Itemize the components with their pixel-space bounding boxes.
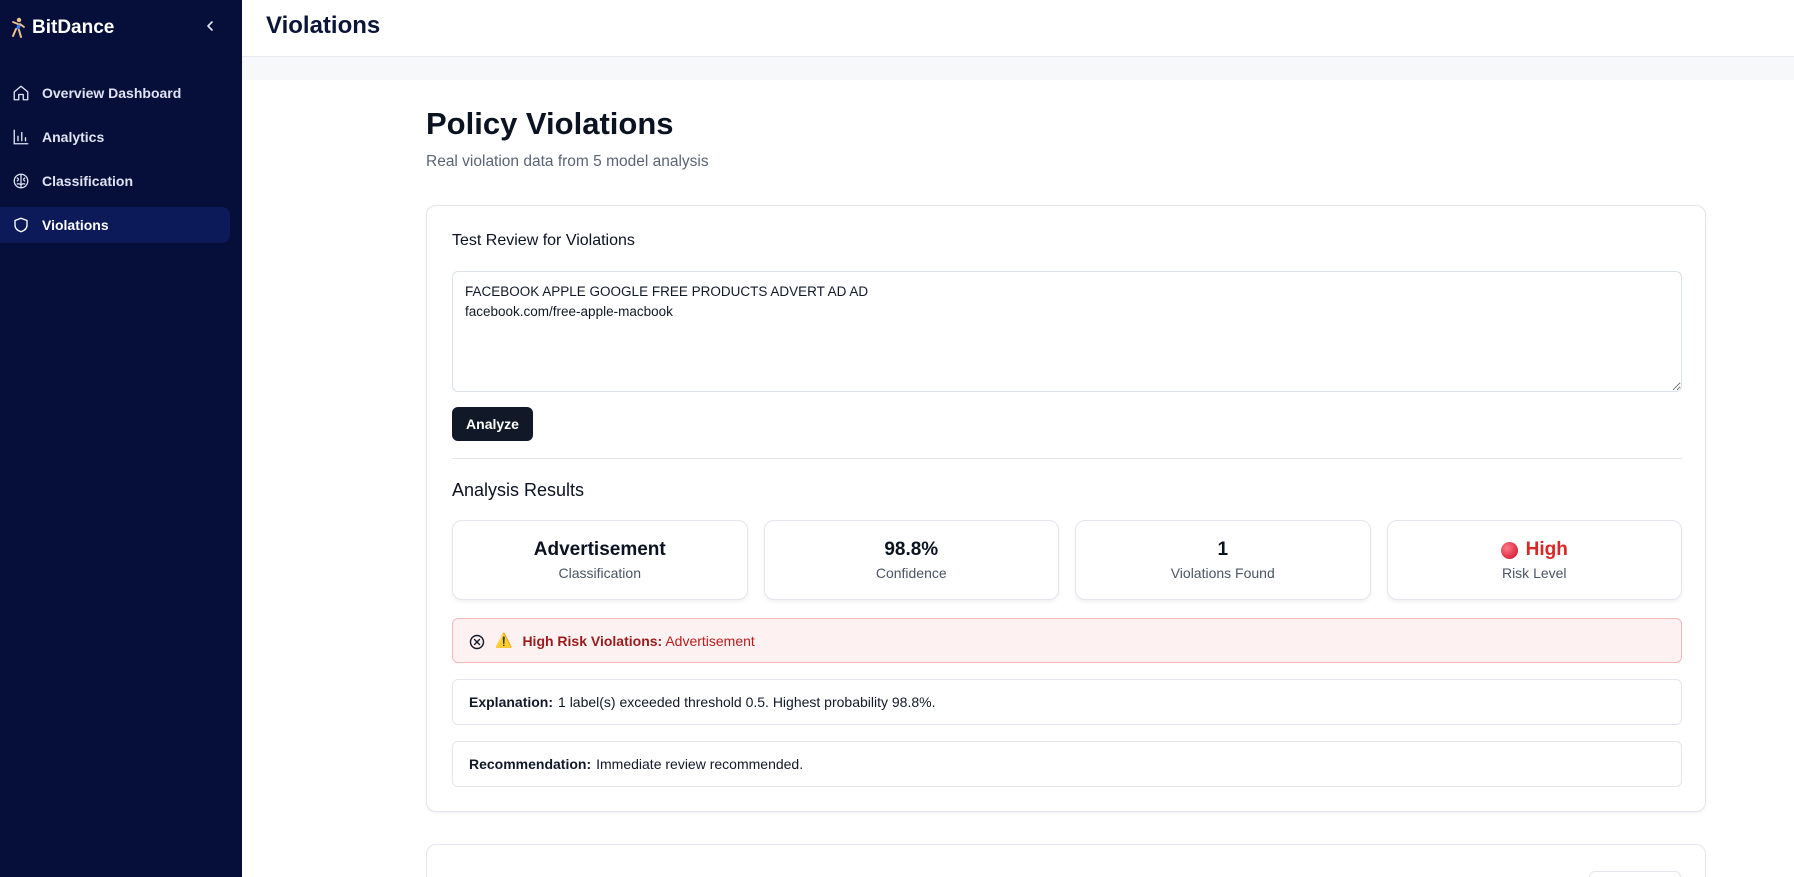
stat-risk-level: High Risk Level — [1386, 520, 1682, 600]
sidebar-item-overview-dashboard[interactable]: Overview Dashboard — [0, 75, 230, 111]
stat-classification: Advertisement Classification — [452, 520, 748, 600]
sidebar-item-label: Classification — [42, 173, 134, 189]
brand-name: BitDance — [32, 17, 115, 38]
shield-icon — [14, 217, 28, 233]
warning-icon: ⚠️ — [495, 632, 513, 648]
bar-chart-icon — [13, 129, 29, 145]
page-subtitle: Real violation data from 5 model analysi… — [426, 153, 709, 170]
test-review-card: Test Review for Violations FACEBOOK APPL… — [426, 205, 1706, 812]
header-band — [242, 57, 1794, 80]
stat-value: High — [1525, 539, 1568, 560]
home-icon — [13, 85, 29, 101]
stat-label: Classification — [558, 565, 641, 581]
stat-label: Confidence — [875, 565, 947, 581]
sidebar: BitDance Overview Dashboard Analytics Cl… — [0, 0, 242, 877]
dancer-logo-icon — [12, 17, 25, 38]
recommendation-text: Immediate review recommended. — [596, 756, 804, 772]
explanation-text: 1 label(s) exceeded threshold 0.5. Highe… — [558, 694, 936, 710]
brain-icon — [13, 173, 29, 189]
stats-row: Advertisement Classification 98.8% Confi… — [452, 520, 1682, 600]
page-title: Policy Violations — [426, 106, 674, 141]
stat-confidence: 98.8% Confidence — [763, 520, 1059, 600]
secondary-card — [426, 844, 1706, 877]
stat-label: Risk Level — [1501, 565, 1567, 581]
alert-content: High Risk Violations: Advertisement — [522, 633, 754, 649]
sidebar-item-label: Overview Dashboard — [42, 85, 182, 101]
secondary-card-button[interactable] — [1589, 871, 1681, 877]
explanation-box: Explanation: 1 label(s) exceeded thresho… — [452, 679, 1682, 725]
sidebar-item-label: Analytics — [42, 129, 105, 145]
stat-label: Violations Found — [1170, 565, 1275, 581]
risk-value-wrap: High — [1500, 539, 1568, 561]
divider — [452, 458, 1682, 459]
analysis-results-title: Analysis Results — [452, 480, 585, 500]
analyze-button[interactable]: Analyze — [452, 407, 533, 441]
collapse-sidebar-button[interactable] — [200, 16, 220, 36]
sidebar-item-analytics[interactable]: Analytics — [0, 119, 230, 155]
top-header: Violations — [242, 0, 1794, 57]
sidebar-item-classification[interactable]: Classification — [0, 163, 230, 199]
header-title: Violations — [266, 12, 381, 39]
stat-value: Advertisement — [533, 539, 666, 560]
high-risk-alert: ⚠️ High Risk Violations: Advertisement — [452, 618, 1682, 663]
alert-text: Advertisement — [665, 632, 755, 649]
sidebar-nav: Overview Dashboard Analytics Classificat… — [0, 75, 242, 251]
stat-violations-found: 1 Violations Found — [1075, 520, 1371, 600]
review-text-input[interactable]: FACEBOOK APPLE GOOGLE FREE PRODUCTS ADVE… — [452, 271, 1682, 392]
chevron-left-icon — [207, 21, 213, 31]
test-review-title: Test Review for Violations — [452, 232, 635, 249]
brand[interactable]: BitDance — [10, 14, 114, 42]
stat-value: 98.8% — [884, 539, 939, 560]
recommendation-label: Recommendation: — [469, 756, 592, 772]
recommendation-box: Recommendation: Immediate review recomme… — [452, 741, 1682, 787]
explanation-label: Explanation: — [469, 694, 554, 710]
red-circle-icon — [1500, 541, 1518, 559]
stat-value: 1 — [1217, 539, 1229, 560]
circle-x-icon — [469, 634, 485, 650]
sidebar-item-label: Violations — [42, 217, 109, 233]
alert-label: High Risk Violations: — [522, 632, 663, 649]
sidebar-item-violations[interactable]: Violations — [0, 207, 230, 243]
